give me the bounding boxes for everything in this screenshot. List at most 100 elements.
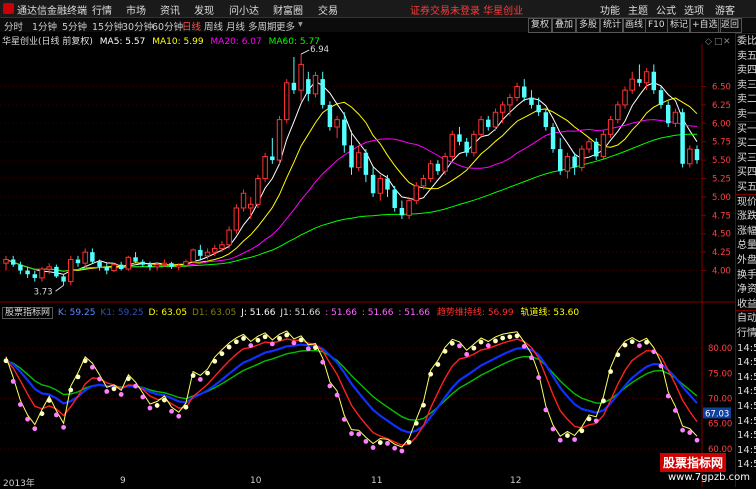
sidebar-item: 买二 bbox=[737, 138, 756, 150]
candle-body bbox=[104, 266, 110, 271]
j-dot bbox=[118, 392, 124, 397]
j-dot bbox=[550, 426, 556, 432]
j-dot bbox=[507, 334, 513, 340]
sidebar-item: 卖二 bbox=[737, 94, 756, 106]
candle-body bbox=[615, 104, 621, 121]
price-tick-label: 4.00 bbox=[712, 267, 731, 277]
candle-body bbox=[536, 104, 541, 113]
kline-chart[interactable]: 6.50 6.25 6.00 5.75 5.50 5.25 5.00 4.75 4.50 4.25… bbox=[0, 0, 735, 487]
candle-body bbox=[478, 119, 484, 135]
j-dot bbox=[313, 345, 318, 351]
sidebar-item: 外盘 bbox=[737, 255, 756, 266]
sidebar-item: 买一 bbox=[737, 123, 756, 135]
j-dot bbox=[428, 371, 434, 377]
j-dot bbox=[478, 339, 484, 345]
j-dot bbox=[637, 343, 642, 349]
candle-body bbox=[219, 244, 225, 249]
j-dot bbox=[248, 343, 254, 348]
candle-body bbox=[176, 264, 182, 268]
candle-body bbox=[349, 145, 354, 168]
candle-body bbox=[593, 141, 599, 157]
j-dot bbox=[449, 340, 455, 346]
sidebar-item: 换手 bbox=[737, 269, 756, 281]
high-marker-line bbox=[300, 49, 310, 55]
j-dot bbox=[349, 431, 354, 436]
j-dot bbox=[615, 352, 621, 358]
price-tick-label: 5.75 bbox=[712, 138, 731, 148]
sidebar-item: 14:5 bbox=[737, 371, 756, 383]
sidebar-item: 买四 bbox=[737, 167, 756, 179]
current-value-text: 67.03 bbox=[705, 409, 729, 419]
sidebar-separator bbox=[736, 120, 756, 122]
j-dot bbox=[32, 426, 38, 432]
j-dot bbox=[442, 348, 448, 354]
candle-body bbox=[385, 178, 390, 190]
j-dot bbox=[154, 403, 160, 408]
sidebar-item: 收益 bbox=[737, 298, 756, 310]
candle-body bbox=[190, 249, 196, 263]
j-dot bbox=[133, 383, 138, 389]
candle-body bbox=[46, 266, 52, 270]
candle-body bbox=[334, 119, 340, 128]
j-dot bbox=[356, 431, 362, 437]
candle-body bbox=[161, 262, 168, 266]
sidebar-separator bbox=[736, 33, 756, 34]
candle-body bbox=[464, 141, 469, 153]
date-label: 11 bbox=[371, 476, 383, 486]
price-tick-label: 5.00 bbox=[712, 193, 731, 203]
candle-body bbox=[118, 264, 124, 270]
candle-body bbox=[226, 229, 232, 246]
date-label: 9 bbox=[120, 476, 126, 486]
candle-body bbox=[68, 259, 74, 283]
candle-body bbox=[486, 119, 491, 127]
j-dot bbox=[82, 358, 88, 364]
price-tick-label: 6.25 bbox=[712, 101, 731, 111]
sidebar-item: 14:5 bbox=[737, 415, 756, 427]
close-icon: ✕ bbox=[723, 37, 731, 47]
candle-body bbox=[600, 133, 607, 157]
candle-body bbox=[10, 259, 16, 265]
j-dot bbox=[586, 416, 592, 422]
j-dot bbox=[377, 440, 383, 445]
quote-sidebar: 委比 卖五 卖四 卖三 卖二 卖一 买一 买二 买三 买四 买五 现价 涨跌 涨幅 总量 外盘 换手 净资 收益 自动… bbox=[735, 33, 756, 487]
candle-body bbox=[54, 266, 59, 277]
candle-body bbox=[233, 207, 240, 231]
j-dot bbox=[413, 420, 419, 426]
low-marker-line bbox=[55, 284, 64, 292]
j-dot bbox=[320, 359, 326, 365]
candle-body bbox=[558, 149, 563, 172]
candle-body bbox=[363, 152, 369, 175]
j-dot bbox=[579, 428, 585, 434]
j-dot bbox=[608, 369, 614, 374]
candle-body bbox=[499, 104, 506, 113]
candle-body bbox=[355, 152, 362, 168]
maximize-icon: □ bbox=[714, 37, 723, 47]
price-tick-label: 5.25 bbox=[712, 175, 731, 185]
sidebar-item: 14:5 bbox=[737, 444, 756, 456]
indicator-tick-label: 65.00 bbox=[708, 420, 732, 430]
j-dot bbox=[363, 438, 369, 444]
sidebar-item: 14:5 bbox=[737, 357, 756, 369]
j-dot bbox=[39, 411, 45, 417]
candle-body bbox=[680, 112, 685, 164]
candle-body bbox=[133, 257, 138, 262]
j-dot bbox=[212, 358, 218, 364]
j-dot bbox=[284, 332, 290, 338]
j-dot bbox=[485, 343, 491, 348]
candle-body bbox=[270, 156, 275, 161]
j-dot bbox=[687, 430, 693, 435]
j-dot bbox=[169, 408, 174, 414]
j-dot bbox=[25, 416, 30, 422]
j-dot bbox=[219, 351, 225, 357]
candle-body bbox=[492, 111, 499, 128]
candle-body bbox=[61, 276, 66, 282]
candle-body bbox=[522, 86, 527, 98]
candle-body bbox=[320, 79, 325, 105]
j-dot bbox=[68, 387, 74, 393]
j-dot bbox=[392, 445, 398, 451]
candle-body bbox=[586, 141, 592, 150]
candle-body bbox=[672, 111, 679, 124]
j-dot bbox=[53, 412, 59, 418]
j-dot bbox=[262, 334, 268, 340]
price-tick-label: 4.25 bbox=[712, 248, 731, 258]
